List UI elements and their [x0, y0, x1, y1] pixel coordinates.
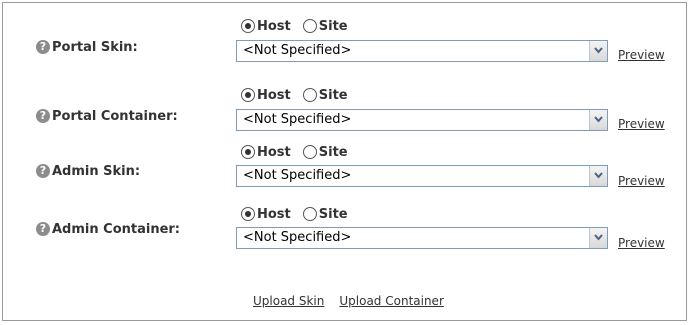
setting-row-portal-container: ? Portal Container: Host Site <Not Speci… — [3, 72, 688, 142]
site-radio-label[interactable]: Site — [319, 88, 348, 103]
field-label: Admin Container: — [52, 221, 181, 237]
host-radio[interactable] — [241, 145, 255, 159]
field-label: Portal Skin: — [52, 39, 138, 55]
select-dropdown-button[interactable] — [589, 228, 607, 248]
host-radio-label[interactable]: Host — [257, 19, 291, 34]
admin-skin-select[interactable]: <Not Specified> — [236, 165, 608, 187]
select-dropdown-button[interactable] — [589, 110, 607, 130]
field-label-wrap: ? Admin Container: — [36, 220, 180, 238]
select-dropdown-button[interactable] — [589, 41, 607, 61]
select-value: <Not Specified> — [243, 230, 352, 245]
help-icon[interactable]: ? — [36, 109, 50, 123]
setting-row-portal-skin: ? Portal Skin: Host Site <Not Specified>… — [3, 3, 688, 73]
host-radio-label[interactable]: Host — [257, 88, 291, 103]
host-radio-label[interactable]: Host — [257, 145, 291, 160]
chevron-down-icon — [594, 116, 603, 123]
upload-container-link[interactable]: Upload Container — [339, 294, 444, 308]
site-radio[interactable] — [302, 145, 317, 159]
site-radio-label[interactable]: Site — [319, 145, 348, 160]
chevron-down-icon — [594, 234, 603, 241]
select-value: <Not Specified> — [243, 112, 352, 127]
select-value: <Not Specified> — [243, 168, 352, 183]
admin-container-select[interactable]: <Not Specified> — [236, 227, 608, 249]
host-radio[interactable] — [241, 88, 255, 102]
select-dropdown-button[interactable] — [589, 166, 607, 186]
help-icon[interactable]: ? — [36, 222, 50, 236]
help-icon[interactable]: ? — [36, 40, 50, 54]
field-label-wrap: ? Portal Skin: — [36, 38, 138, 56]
skin-select[interactable]: <Not Specified> — [236, 40, 608, 62]
chevron-down-icon — [594, 47, 603, 54]
skin-settings-panel: ? Portal Skin: Host Site <Not Specified>… — [2, 2, 687, 321]
preview-link[interactable]: Preview — [618, 48, 665, 62]
container-select[interactable]: <Not Specified> — [236, 109, 608, 131]
preview-link[interactable]: Preview — [618, 236, 665, 250]
scope-radio-group: Host Site — [241, 205, 360, 223]
field-label-wrap: ? Admin Skin: — [36, 162, 140, 180]
setting-row-admin-skin: ? Admin Skin: Host Site <Not Specified> … — [3, 134, 688, 204]
preview-link[interactable]: Preview — [618, 174, 665, 188]
scope-radio-group: Host Site — [241, 86, 360, 104]
site-radio-label[interactable]: Site — [319, 19, 348, 34]
select-value: <Not Specified> — [243, 43, 352, 58]
host-radio-label[interactable]: Host — [257, 207, 291, 222]
scope-radio-group: Host Site — [241, 143, 360, 161]
upload-links: Upload Skin Upload Container — [253, 294, 444, 308]
help-icon[interactable]: ? — [36, 164, 50, 178]
field-label: Admin Skin: — [52, 163, 141, 179]
field-label: Portal Container: — [52, 108, 178, 124]
preview-link[interactable]: Preview — [618, 117, 665, 131]
site-radio[interactable] — [302, 207, 317, 221]
host-radio[interactable] — [241, 207, 255, 221]
chevron-down-icon — [594, 172, 603, 179]
scope-radio-group: Host Site — [241, 17, 360, 35]
setting-row-admin-container: ? Admin Container: Host Site <Not Specif… — [3, 197, 688, 267]
host-radio[interactable] — [241, 19, 255, 33]
site-radio-label[interactable]: Site — [319, 207, 348, 222]
site-radio[interactable] — [302, 88, 317, 102]
site-radio[interactable] — [302, 19, 317, 33]
upload-skin-link[interactable]: Upload Skin — [253, 294, 324, 308]
field-label-wrap: ? Portal Container: — [36, 107, 178, 125]
